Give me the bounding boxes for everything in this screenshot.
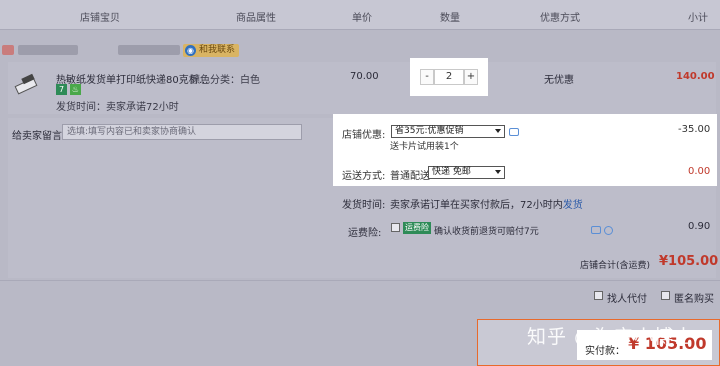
message-input[interactable]: 选填:填写内容已和卖家协商确认 (62, 124, 302, 140)
anonymous-checkbox[interactable] (661, 291, 670, 300)
shipping-fee: 0.00 (688, 166, 711, 177)
coupon-info-icon[interactable] (509, 128, 519, 136)
shipping-select[interactable]: 快递 免邮 (428, 166, 505, 179)
coupon-gift: 送卡片试用装1个 (390, 142, 459, 152)
insurance-text: 确认收货前退货可赔付7元 (434, 227, 539, 237)
service-icon: ♨ (70, 84, 81, 95)
proxy-pay-checkbox[interactable] (594, 291, 603, 300)
item-ship-time: 发货时间：卖家承诺72小时 (56, 102, 179, 113)
contact-label: 和我联系 (199, 45, 236, 55)
header-subtotal: 小计 (688, 13, 708, 24)
header-attr: 商品属性 (236, 13, 276, 24)
delivery-text: 卖家承诺订单在买家付款后，72小时内发货 (390, 196, 583, 211)
help-icon[interactable] (604, 226, 613, 235)
divider (0, 280, 720, 281)
chevron-down-icon (495, 129, 501, 133)
shipping-type: 普通配送 (390, 171, 430, 182)
anonymous-label: 匿名购买 (674, 294, 714, 305)
quantity-stepper: - 2 + (410, 58, 488, 96)
product-attr: 颜色分类：白色 (190, 75, 260, 86)
shop-name-blurred (18, 45, 78, 55)
item-subtotal: 140.00 (676, 71, 715, 82)
watermark: 知乎 @淘宝小博士 (527, 326, 695, 348)
header-promo: 优惠方式 (540, 13, 580, 24)
insurance-checkbox[interactable] (391, 223, 400, 232)
qty-increase-button[interactable]: + (464, 69, 478, 85)
qty-input[interactable]: 2 (434, 69, 464, 85)
coupon-selected: 省35元:优惠促销 (395, 126, 464, 136)
delivery-label: 发货时间: (342, 200, 386, 211)
table-header: 店铺宝贝 商品属性 单价 数量 优惠方式 小计 (0, 0, 720, 30)
chevron-down-icon (495, 170, 501, 174)
contact-seller-button[interactable]: ◉ 和我联系 (183, 44, 240, 57)
delivery-link[interactable]: 发货 (563, 200, 583, 211)
qty-decrease-button[interactable]: - (420, 69, 434, 85)
shop-total-value: ¥105.00 (659, 254, 719, 269)
coupon-select[interactable]: 省35元:优惠促销 (391, 125, 505, 138)
delivery-promise: 卖家承诺订单在买家付款后，72小时内 (390, 200, 563, 211)
insurance-label: 运费险: (348, 228, 382, 239)
wangwang-icon: ◉ (185, 45, 196, 56)
coupon-amount: -35.00 (678, 124, 711, 135)
shop-icon (2, 45, 14, 55)
insurance-info-icon[interactable] (591, 226, 601, 234)
shipping-selected: 快递 免邮 (432, 167, 471, 177)
insurance-tag: 运费险 (403, 222, 431, 234)
item-promo: 无优惠 (544, 75, 574, 86)
proxy-pay-label: 找人代付 (607, 294, 647, 305)
insurance-fee: 0.90 (688, 221, 711, 232)
header-price: 单价 (352, 13, 372, 24)
shop-total-label: 店铺合计(含运费) (580, 261, 651, 271)
coupon-label: 店铺优惠: (342, 130, 386, 141)
seven-day-return-icon: 7 (56, 84, 67, 95)
unit-price: 70.00 (350, 71, 379, 82)
product-thumbnail[interactable] (14, 72, 40, 98)
shipping-label: 运送方式: (342, 171, 386, 182)
header-item: 店铺宝贝 (80, 13, 120, 24)
header-qty: 数量 (440, 13, 460, 24)
seller-name-blurred (118, 45, 180, 55)
